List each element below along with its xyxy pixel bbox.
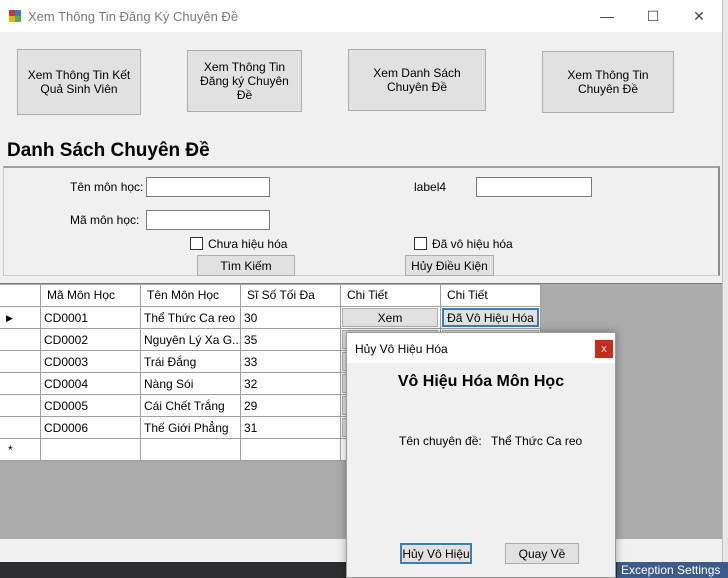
table-cell[interactable]	[141, 439, 241, 461]
clear-filter-button[interactable]: Hủy Điều Kiện	[405, 255, 494, 276]
column-header[interactable]: Chi Tiết	[441, 285, 541, 307]
dialog-window: Hủy Vô Hiệu Hóa x Vô Hiệu Hóa Môn Học Tê…	[346, 332, 616, 578]
table-cell[interactable]: Thế Giới Phẳng	[141, 417, 241, 439]
column-header[interactable]: Chi Tiết	[341, 285, 441, 307]
table-cell[interactable]: 35	[241, 329, 341, 351]
da-vo-hieu-hoa-checkbox[interactable]	[414, 237, 427, 250]
nav-dang-ky-button[interactable]: Xem Thông Tin Đăng ký Chuyên Đề	[187, 50, 302, 112]
chua-hieu-hoa-checkbox[interactable]	[190, 237, 203, 250]
table-cell[interactable]: Nguyên Lý Xa G...	[141, 329, 241, 351]
exception-settings-tab[interactable]: Exception Settings	[617, 562, 728, 578]
nav-chuyen-de-button[interactable]: Xem Thông Tin Chuyên Đề	[542, 51, 674, 113]
table-cell[interactable]: CD0003	[41, 351, 141, 373]
table-cell: Xem	[341, 307, 441, 329]
label4-label: label4	[414, 180, 447, 194]
search-button[interactable]: Tìm Kiếm	[197, 255, 295, 276]
nav-danh-sach-button[interactable]: Xem Danh Sách Chuyên Đề	[348, 49, 486, 111]
table-cell[interactable]: CD0005	[41, 395, 141, 417]
ten-chuyen-de-label: Tên chuyên đề:	[399, 434, 482, 448]
table-cell[interactable]: 30	[241, 307, 341, 329]
table-cell[interactable]: 33	[241, 351, 341, 373]
table-cell[interactable]: CD0006	[41, 417, 141, 439]
dialog-heading: Vô Hiệu Hóa Môn Học	[397, 373, 565, 390]
table-cell[interactable]: CD0001	[41, 307, 141, 329]
window-edge	[722, 0, 728, 562]
dialog-close-button[interactable]: x	[595, 340, 613, 358]
row-header[interactable]	[0, 329, 41, 351]
table-cell[interactable]	[41, 439, 141, 461]
dialog-title: Hủy Vô Hiệu Hóa	[355, 342, 448, 356]
row-header-current[interactable]: ▶	[0, 307, 41, 329]
grid-corner	[0, 285, 41, 307]
table-cell[interactable]: 31	[241, 417, 341, 439]
ten-chuyen-de-value: Thể Thức Ca reo	[491, 434, 583, 448]
vo-hieu-hoa-button[interactable]: Đã Vô Hiệu Hóa	[442, 308, 539, 327]
ten-mon-hoc-label: Tên môn học:	[70, 180, 144, 194]
table-cell: Đã Vô Hiệu Hóa	[441, 307, 541, 329]
close-button[interactable]: ✕	[676, 0, 722, 32]
table-cell[interactable]: Trái Đắng	[141, 351, 241, 373]
column-header[interactable]: Sĩ Số Tối Đa	[241, 285, 341, 307]
table-cell[interactable]: CD0002	[41, 329, 141, 351]
row-header-new[interactable]: *	[0, 439, 41, 461]
column-header[interactable]: Mã Môn Học	[41, 285, 141, 307]
column-header[interactable]: Tên Môn Học	[141, 285, 241, 307]
table-cell[interactable]: CD0004	[41, 373, 141, 395]
window-title: Xem Thông Tin Đăng Ký Chuyên Đề	[28, 9, 239, 24]
row-header[interactable]	[0, 395, 41, 417]
maximize-button[interactable]: ☐	[630, 0, 676, 32]
xem-detail-button[interactable]: Xem	[342, 308, 438, 327]
row-header[interactable]	[0, 351, 41, 373]
chua-hieu-hoa-label: Chưa hiệu hóa	[208, 237, 288, 251]
row-header[interactable]	[0, 373, 41, 395]
ten-mon-hoc-input[interactable]	[146, 177, 270, 197]
huy-vo-hieu-button[interactable]: Hủy Vô Hiệu	[400, 543, 472, 564]
nav-ket-qua-button[interactable]: Xem Thông Tin Kết Quả Sinh Viên	[17, 49, 141, 115]
quay-ve-button[interactable]: Quay Về	[505, 543, 579, 564]
page-title: Danh Sách Chuyên Đề	[7, 140, 210, 161]
row-header[interactable]	[0, 417, 41, 439]
app-icon	[8, 9, 22, 23]
ma-mon-hoc-input[interactable]	[146, 210, 270, 230]
minimize-button[interactable]: —	[584, 0, 630, 32]
table-cell[interactable]: Nàng Sói	[141, 373, 241, 395]
table-cell[interactable]: Cái Chết Trắng	[141, 395, 241, 417]
ma-mon-hoc-label: Mã môn học:	[70, 213, 140, 227]
label4-input[interactable]	[476, 177, 592, 197]
table-cell[interactable]: 32	[241, 373, 341, 395]
table-cell[interactable]: Thể Thức Ca reo	[141, 307, 241, 329]
table-cell[interactable]	[241, 439, 341, 461]
table-cell[interactable]: 29	[241, 395, 341, 417]
da-vo-hieu-hoa-label: Đã vô hiệu hóa	[432, 237, 513, 251]
